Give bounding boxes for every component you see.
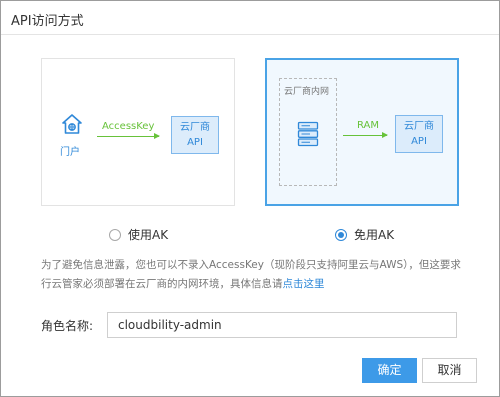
confirm-button[interactable]: 确定	[362, 358, 417, 383]
portal-label: 门户	[60, 147, 80, 158]
accesskey-label: AccessKey	[102, 121, 155, 132]
dialog-title: API访问方式	[11, 14, 84, 29]
api-box-line2: API	[187, 137, 203, 148]
no-ak-card[interactable]: 云厂商内网 RAM 云厂商 API	[265, 58, 459, 206]
use-ak-card[interactable]: 门户 AccessKey 云厂商 API	[41, 58, 235, 206]
api-access-dialog: API访问方式 门户 AccessKey 云厂商 API 云厂商内网 RAM 云…	[0, 0, 500, 397]
intranet-label: 云厂商内网	[284, 87, 330, 97]
vendor-api-box: 云厂商 API	[171, 116, 219, 154]
no-ak-radio[interactable]: 免用AK	[335, 226, 394, 243]
role-name-label: 角色名称:	[41, 319, 94, 333]
api-box-line1: 云厂商	[180, 122, 210, 133]
use-ak-label: 使用AK	[128, 228, 169, 242]
info-note: 为了避免信息泄露，您也可以不录入AccessKey（现阶段只支持阿里云与AWS）…	[41, 256, 471, 294]
radio-circle[interactable]	[109, 228, 121, 241]
server-icon	[297, 121, 319, 147]
vendor-api-box: 云厂商 API	[395, 115, 443, 153]
title-divider	[1, 34, 499, 35]
cancel-button[interactable]: 取消	[422, 358, 477, 383]
note-text: 为了避免信息泄露，您也可以不录入AccessKey（现阶段只支持阿里云与AWS）…	[41, 259, 461, 290]
use-ak-radio[interactable]: 使用AK	[109, 226, 168, 243]
api-box-line2: API	[411, 136, 427, 147]
no-ak-label: 免用AK	[354, 228, 395, 242]
ram-arrow	[343, 132, 388, 138]
api-box-line1: 云厂商	[404, 121, 434, 132]
details-link[interactable]: 点击这里	[283, 278, 325, 290]
vendor-intranet-zone: 云厂商内网	[279, 78, 337, 186]
ram-label: RAM	[357, 120, 380, 131]
home-icon	[62, 114, 82, 134]
radio-circle-selected[interactable]	[335, 228, 347, 241]
accesskey-arrow	[97, 133, 160, 139]
role-name-input[interactable]: cloudbility-admin	[107, 312, 457, 338]
